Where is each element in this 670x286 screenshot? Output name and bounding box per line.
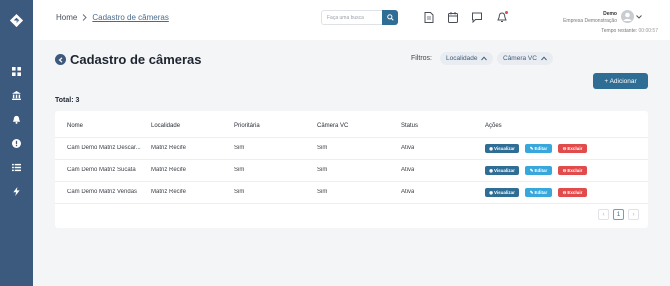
cell-name: Cam Demo Matriz Sucata: [67, 167, 136, 173]
user-company: Empresa Demonstração: [563, 18, 617, 24]
cell-priority: Sim: [234, 145, 245, 151]
view-button[interactable]: ◉ Visualizar: [485, 144, 519, 153]
eye-icon: ◉: [489, 189, 493, 195]
list-icon[interactable]: [12, 163, 21, 172]
chevron-right-icon: [82, 14, 88, 21]
user-icon: [623, 12, 632, 21]
pencil-icon: ✎: [529, 189, 534, 195]
cell-camera-vc: Sim: [317, 145, 328, 151]
trash-icon: ⊖: [562, 145, 567, 151]
cell-name: Cam Demo Matriz Vendas: [67, 189, 138, 195]
delete-label: Excluir: [567, 146, 583, 151]
table-header: Nome Localidade Prioritária Câmera VC St…: [55, 120, 648, 136]
filter-label: Câmera VC: [503, 55, 537, 62]
delete-label: Excluir: [567, 190, 583, 195]
cell-location: Matriz Recife: [151, 167, 187, 173]
view-label: Visualizar: [494, 190, 515, 195]
table-row: Cam Demo Matriz Sucata Matriz Recife Sim…: [55, 159, 648, 181]
delete-button[interactable]: ⊖ Excluir: [558, 166, 587, 175]
edit-label: Editar: [534, 146, 548, 151]
column-header[interactable]: Nome: [67, 123, 83, 129]
chevron-down-icon[interactable]: [636, 14, 642, 20]
trash-icon: ⊖: [562, 167, 567, 173]
timer-value: 00:00:57: [638, 28, 658, 34]
filter-label: Localidade: [446, 55, 478, 62]
session-timer: Tempo restante: 00:00:57: [601, 28, 658, 34]
filter-localidade[interactable]: Localidade: [440, 52, 494, 65]
sidebar: [0, 0, 33, 286]
alert-icon[interactable]: [12, 139, 21, 148]
edit-label: Editar: [534, 168, 548, 173]
user-menu[interactable]: Demo Empresa Demonstração: [532, 7, 652, 26]
document-icon[interactable]: [424, 12, 434, 23]
notification-badge: [505, 11, 508, 14]
arrow-left-icon: [58, 56, 62, 63]
cell-status: Ativa: [401, 167, 415, 173]
view-button[interactable]: ◉ Visualizar: [485, 188, 519, 197]
column-header: Ações: [485, 123, 502, 129]
cameras-table: Nome Localidade Prioritária Câmera VC St…: [55, 111, 648, 228]
pencil-icon: ✎: [529, 145, 534, 151]
edit-button[interactable]: ✎ Editar: [525, 188, 552, 197]
column-header[interactable]: Localidade: [151, 123, 180, 129]
pagination-page[interactable]: 1: [613, 209, 624, 220]
cell-priority: Sim: [234, 189, 245, 195]
view-label: Visualizar: [494, 168, 515, 173]
delete-button[interactable]: ⊖ Excluir: [558, 188, 587, 197]
topbar: Home Cadastro de câmeras Demo Empresa De…: [33, 0, 670, 40]
breadcrumb: Home Cadastro de câmeras: [56, 13, 169, 22]
pencil-icon: ✎: [529, 167, 534, 173]
cell-location: Matriz Recife: [151, 189, 187, 195]
timer-label: Tempo restante:: [601, 28, 638, 34]
chat-icon[interactable]: [472, 12, 482, 23]
chevron-up-icon: [481, 56, 488, 61]
bank-icon[interactable]: [12, 91, 21, 100]
breadcrumb-current[interactable]: Cadastro de câmeras: [92, 13, 168, 22]
cell-camera-vc: Sim: [317, 189, 328, 195]
search-icon: [386, 14, 394, 21]
breadcrumb-home[interactable]: Home: [56, 13, 77, 22]
search-button[interactable]: [382, 10, 398, 25]
trash-icon: ⊖: [562, 189, 567, 195]
pagination-next[interactable]: ›: [628, 209, 639, 220]
avatar[interactable]: [621, 10, 634, 23]
edit-button[interactable]: ✎ Editar: [525, 166, 552, 175]
cell-priority: Sim: [234, 167, 245, 173]
page-title: Cadastro de câmeras: [70, 52, 202, 67]
filter-camera-vc[interactable]: Câmera VC: [497, 52, 553, 65]
back-button[interactable]: [55, 54, 66, 65]
column-header[interactable]: Status: [401, 123, 418, 129]
edit-button[interactable]: ✎ Editar: [525, 144, 552, 153]
eye-icon: ◉: [489, 145, 493, 151]
dashboard-icon[interactable]: [12, 67, 21, 76]
chevron-up-icon: [541, 56, 547, 61]
filters-label: Filtros:: [411, 55, 432, 62]
table-row: Cam Demo Matriz Vendas Matriz Recife Sim…: [55, 181, 648, 203]
cell-status: Ativa: [401, 145, 415, 151]
delete-label: Excluir: [567, 168, 583, 173]
calendar-icon[interactable]: [448, 12, 458, 23]
cell-status: Ativa: [401, 189, 415, 195]
view-button[interactable]: ◉ Visualizar: [485, 166, 519, 175]
eye-icon: ◉: [489, 167, 493, 173]
add-button[interactable]: + Adicionar: [593, 73, 648, 89]
table-row: Cam Demo Matriz Descar... Matriz Recife …: [55, 137, 648, 159]
cell-camera-vc: Sim: [317, 167, 328, 173]
pagination-prev[interactable]: ‹: [598, 209, 609, 220]
search-input[interactable]: [321, 10, 382, 25]
column-header[interactable]: Prioritária: [234, 123, 260, 129]
cell-location: Matriz Recife: [151, 145, 187, 151]
column-header[interactable]: Câmera VC: [317, 123, 348, 129]
table-divider: [55, 203, 648, 204]
delete-button[interactable]: ⊖ Excluir: [558, 144, 587, 153]
cell-name: Cam Demo Matriz Descar...: [67, 145, 141, 151]
bolt-icon[interactable]: [12, 187, 21, 196]
total-count: Total: 3: [55, 97, 80, 104]
logo-icon[interactable]: [9, 13, 24, 28]
edit-label: Editar: [534, 190, 548, 195]
bell-icon[interactable]: [12, 115, 21, 124]
user-name: Demo: [603, 11, 617, 17]
view-label: Visualizar: [494, 146, 515, 151]
